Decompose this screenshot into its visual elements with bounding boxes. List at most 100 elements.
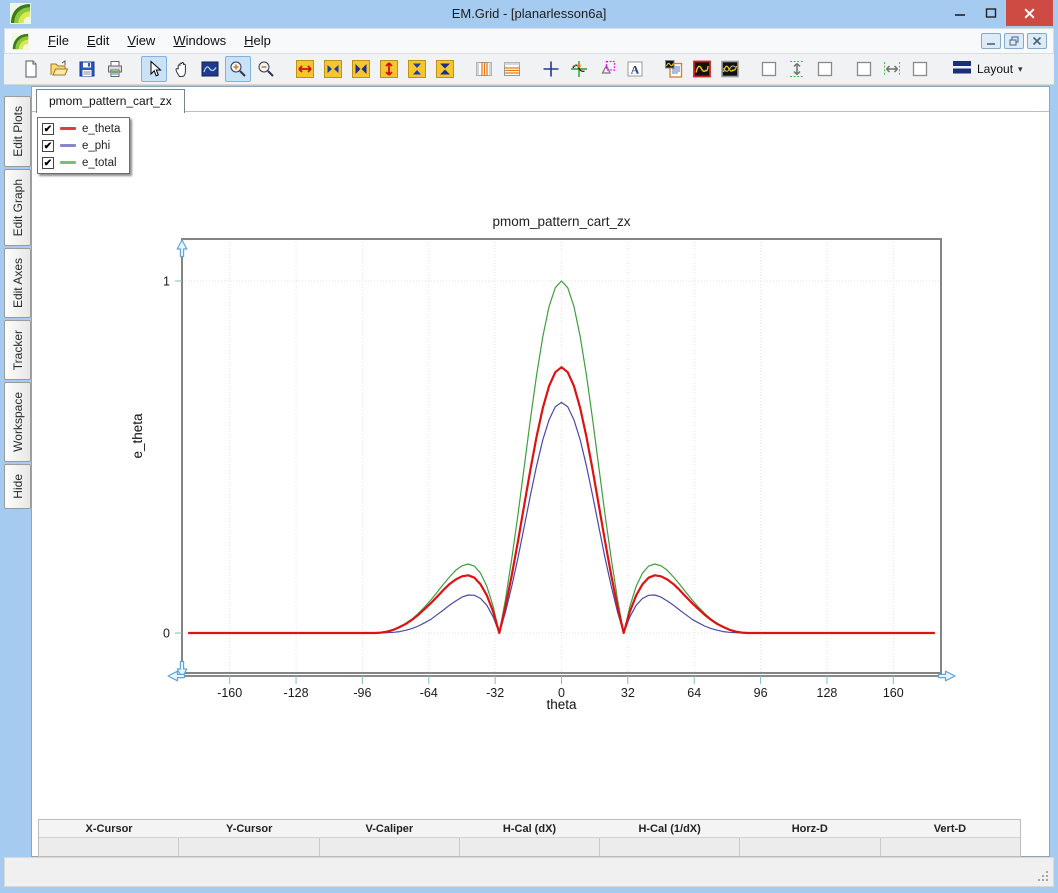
sidebar-tab-workspace[interactable]: Workspace	[4, 382, 31, 463]
cursor-table-value	[318, 838, 459, 856]
menu-help[interactable]: Help	[235, 28, 280, 54]
cursor-table-header: H-Cal (dX)	[502, 822, 557, 835]
chart-plot-area[interactable]: -160 -128 -96 -64 -32 0 32 64 96 128 16001pmom_pat…	[32, 87, 1048, 829]
menu-edit[interactable]: Edit	[78, 28, 118, 54]
v-spread-button[interactable]	[784, 56, 810, 82]
legend-color-swatch	[60, 127, 76, 130]
grid-rows-icon	[504, 62, 520, 76]
sidebar-tab-edit-axes[interactable]: Edit Axes	[4, 248, 31, 319]
report-button[interactable]	[661, 56, 687, 82]
caliper-icon	[601, 60, 616, 74]
nav-trace-button[interactable]	[197, 56, 223, 82]
y-axis-label: e_theta	[130, 413, 145, 459]
legend-label: e_theta	[82, 122, 121, 135]
chart-title: pmom_pattern_cart_zx	[492, 214, 630, 229]
sidebar-tab-label: Hide	[10, 474, 25, 499]
menu-items: File Edit View Windows Help	[39, 28, 280, 54]
nav-trace-icon	[201, 61, 219, 77]
legend-checkbox-e_theta[interactable]: ✔	[42, 122, 54, 135]
cursor-table-value	[39, 838, 178, 856]
multi-trace-view-button[interactable]	[717, 56, 743, 82]
slot-box-d-button[interactable]	[907, 56, 933, 82]
open-file-button[interactable]	[46, 56, 72, 82]
grid-columns-button[interactable]	[471, 56, 497, 82]
grid-rows-button[interactable]	[499, 56, 525, 82]
new-file-button[interactable]	[18, 56, 44, 82]
legend-label: e_total	[82, 156, 117, 169]
zoom-out-icon	[258, 61, 274, 77]
cursor-table-value	[178, 838, 318, 856]
print-icon	[108, 61, 122, 77]
h-arrows-button[interactable]	[320, 56, 346, 82]
legend-checkbox-e_phi[interactable]: ✔	[42, 139, 54, 152]
resize-grip[interactable]	[1037, 870, 1050, 883]
h-expand-icon	[296, 60, 314, 78]
h-compress-icon	[352, 60, 370, 78]
cursor-table-value	[879, 838, 1020, 856]
slot-box-a-icon	[761, 61, 777, 77]
layout-label: Layout	[977, 62, 1014, 76]
trace-view-button[interactable]	[689, 56, 715, 82]
save-file-button[interactable]	[74, 56, 100, 82]
mdi-minimize-button[interactable]	[981, 33, 1001, 49]
menu-windows[interactable]: Windows	[164, 28, 235, 54]
legend-item-e_total: ✔ e_total	[42, 155, 120, 170]
toolbar-group	[756, 56, 838, 82]
sidebar-tab-label: Workspace	[10, 392, 25, 453]
svg-text:0: 0	[163, 627, 170, 641]
slot-box-b-button[interactable]	[812, 56, 838, 82]
crosshair-button[interactable]	[538, 56, 564, 82]
h-compress-button[interactable]	[348, 56, 374, 82]
layout-dropdown-button[interactable]: Layout ▾	[946, 57, 1029, 81]
v-compress-button[interactable]	[432, 56, 458, 82]
select-pointer-button[interactable]	[141, 56, 167, 82]
text-label-button[interactable]: A	[622, 56, 648, 82]
cursor-readout-table: X-Cursor Y-Cursor V-Caliper H-Cal (dX) H-Cal…	[38, 819, 1021, 857]
cursor-table-value-row	[39, 837, 1020, 856]
sidebar-tab-label: Edit Graph	[10, 178, 25, 237]
tracker-cursor-icon	[571, 61, 587, 77]
svg-text:A: A	[631, 63, 640, 77]
sidebar: Edit Plots Edit Graph Edit Axes Tracker Work…	[4, 96, 31, 509]
sidebar-tab-hide[interactable]: Hide	[4, 464, 31, 509]
h-expand-button[interactable]	[292, 56, 318, 82]
mdi-restore-button[interactable]	[1004, 33, 1024, 49]
close-button[interactable]	[1006, 0, 1053, 26]
cursor-table-header: Vert-D	[933, 822, 967, 835]
toolbar-group	[661, 56, 743, 82]
chevron-down-icon: ▾	[1018, 63, 1023, 74]
minimize-button[interactable]	[944, 0, 975, 26]
svg-text:-32: -32	[486, 686, 504, 700]
legend-checkbox-e_total[interactable]: ✔	[42, 156, 54, 169]
print-button[interactable]	[102, 56, 128, 82]
slot-box-c-button[interactable]	[851, 56, 877, 82]
cursor-table-value	[458, 838, 599, 856]
multi-trace-view-icon	[721, 60, 739, 78]
text-label-icon: A	[627, 61, 643, 77]
toolbar: A Layout ▾	[4, 54, 1054, 85]
v-spread-icon	[790, 61, 804, 77]
menu-view[interactable]: View	[118, 28, 164, 54]
window-controls	[944, 0, 1053, 26]
legend-color-swatch	[60, 161, 76, 164]
mdi-close-button[interactable]	[1027, 33, 1047, 49]
sidebar-tab-edit-graph[interactable]: Edit Graph	[4, 168, 31, 247]
tracker-cursor-button[interactable]	[566, 56, 592, 82]
zoom-out-button[interactable]	[253, 56, 279, 82]
v-expand-button[interactable]	[376, 56, 402, 82]
caliper-button[interactable]	[594, 56, 620, 82]
sidebar-tab-edit-plots[interactable]: Edit Plots	[4, 96, 31, 167]
menu-bar: File Edit View Windows Help	[4, 28, 1054, 54]
h-spread-button[interactable]	[879, 56, 905, 82]
document-tab[interactable]: pmom_pattern_cart_zx	[36, 89, 185, 113]
pan-hand-button[interactable]	[169, 56, 195, 82]
slot-box-a-button[interactable]	[756, 56, 782, 82]
v-arrows-icon	[408, 60, 426, 78]
zoom-in-button[interactable]	[225, 56, 251, 82]
v-arrows-button[interactable]	[404, 56, 430, 82]
svg-text:-128: -128	[284, 686, 309, 700]
slot-box-d-icon	[912, 61, 928, 77]
menu-file[interactable]: File	[39, 28, 78, 54]
sidebar-tab-tracker[interactable]: Tracker	[4, 320, 31, 381]
maximize-button[interactable]	[975, 0, 1006, 26]
